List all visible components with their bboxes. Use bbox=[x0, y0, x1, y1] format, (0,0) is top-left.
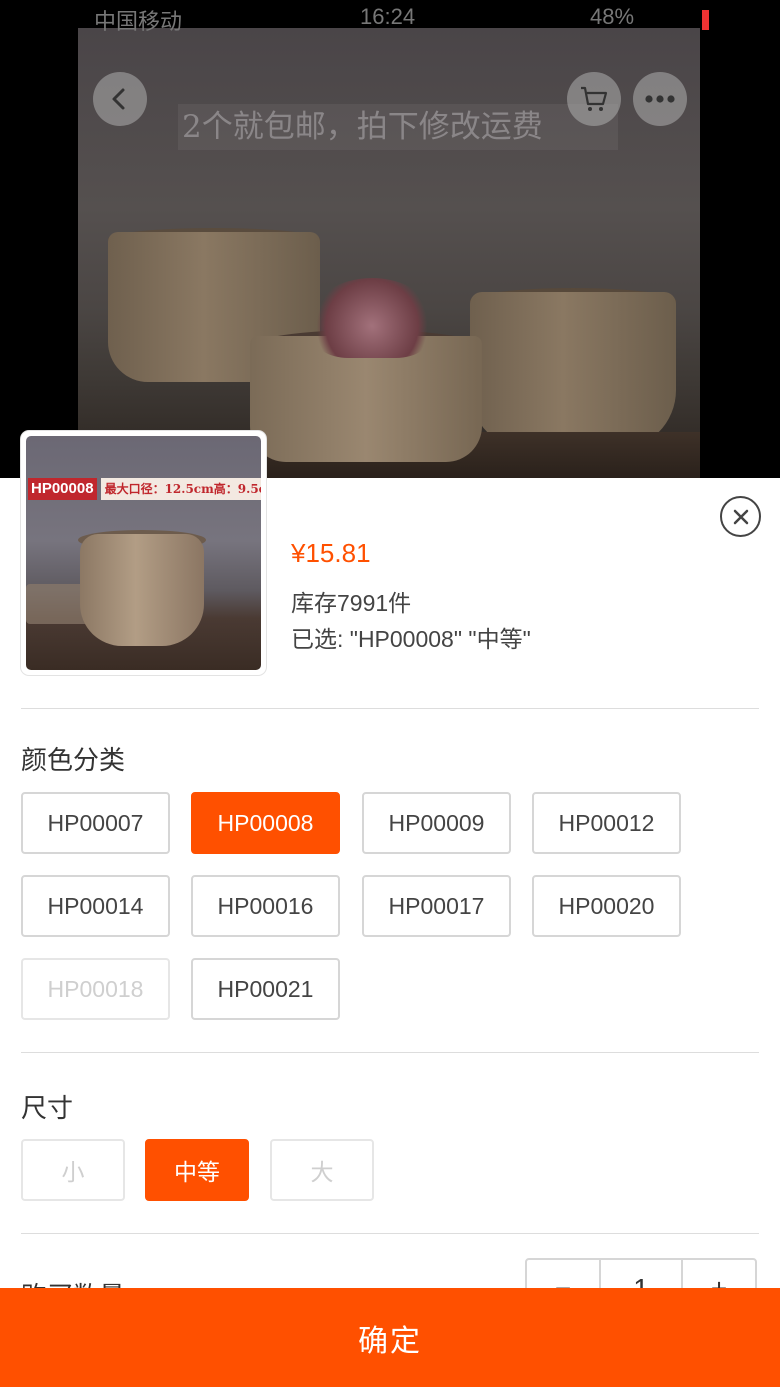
size-option[interactable]: 大 bbox=[270, 1139, 374, 1201]
color-option[interactable]: HP00016 bbox=[191, 875, 340, 937]
size-section-title: 尺寸 bbox=[21, 1093, 74, 1123]
sku-selected: 已选: "HP00008" "中等" bbox=[291, 626, 531, 652]
battery-icon bbox=[702, 10, 709, 30]
thumb-pot bbox=[80, 534, 204, 646]
more-button[interactable] bbox=[633, 72, 687, 126]
back-button[interactable] bbox=[93, 72, 147, 126]
color-option[interactable]: HP00020 bbox=[532, 875, 681, 937]
thumb-size: 最大口径：12.5cm高：9.5cm bbox=[100, 478, 261, 500]
close-button[interactable] bbox=[720, 496, 761, 537]
color-option[interactable]: HP00017 bbox=[362, 875, 511, 937]
divider bbox=[21, 1233, 759, 1234]
promo-banner: 2个就包邮，拍下修改运费 bbox=[178, 104, 618, 150]
color-option[interactable]: HP00021 bbox=[191, 958, 340, 1020]
battery-text: 48% bbox=[590, 4, 635, 29]
sku-price: ¥15.81 bbox=[291, 538, 371, 568]
color-section-title: 颜色分类 bbox=[21, 745, 126, 775]
color-option[interactable]: HP00012 bbox=[532, 792, 681, 854]
pot-right bbox=[470, 292, 676, 450]
close-icon bbox=[733, 509, 748, 524]
size-option[interactable]: 小 bbox=[21, 1139, 125, 1201]
confirm-button[interactable]: 确定 bbox=[0, 1288, 780, 1387]
color-option[interactable]: HP00018 bbox=[21, 958, 170, 1020]
flower bbox=[312, 278, 432, 358]
clock-text: 16:24 bbox=[360, 4, 416, 29]
thumb-label: HP00008 最大口径：12.5cm高：9.5cm bbox=[28, 478, 261, 500]
cart-button[interactable] bbox=[567, 72, 621, 126]
carrier-text: 中国移动 bbox=[94, 9, 183, 34]
cart-icon bbox=[581, 86, 608, 111]
divider bbox=[21, 708, 759, 709]
sku-thumbnail: HP00008 最大口径：12.5cm高：9.5cm bbox=[21, 431, 266, 675]
color-option[interactable]: HP00007 bbox=[21, 792, 170, 854]
divider bbox=[21, 1052, 759, 1053]
color-option[interactable]: HP00009 bbox=[362, 792, 511, 854]
more-icon bbox=[645, 95, 675, 103]
size-option[interactable]: 中等 bbox=[145, 1139, 249, 1201]
back-icon bbox=[112, 88, 125, 110]
thumb-code: HP00008 bbox=[28, 478, 97, 500]
color-option[interactable]: HP00008 bbox=[191, 792, 340, 854]
product-gallery: 中国移动 16:24 48% 2个就包邮，拍下修改运费 bbox=[0, 0, 780, 478]
color-option[interactable]: HP00014 bbox=[21, 875, 170, 937]
sku-stock: 库存7991件 bbox=[291, 590, 412, 616]
